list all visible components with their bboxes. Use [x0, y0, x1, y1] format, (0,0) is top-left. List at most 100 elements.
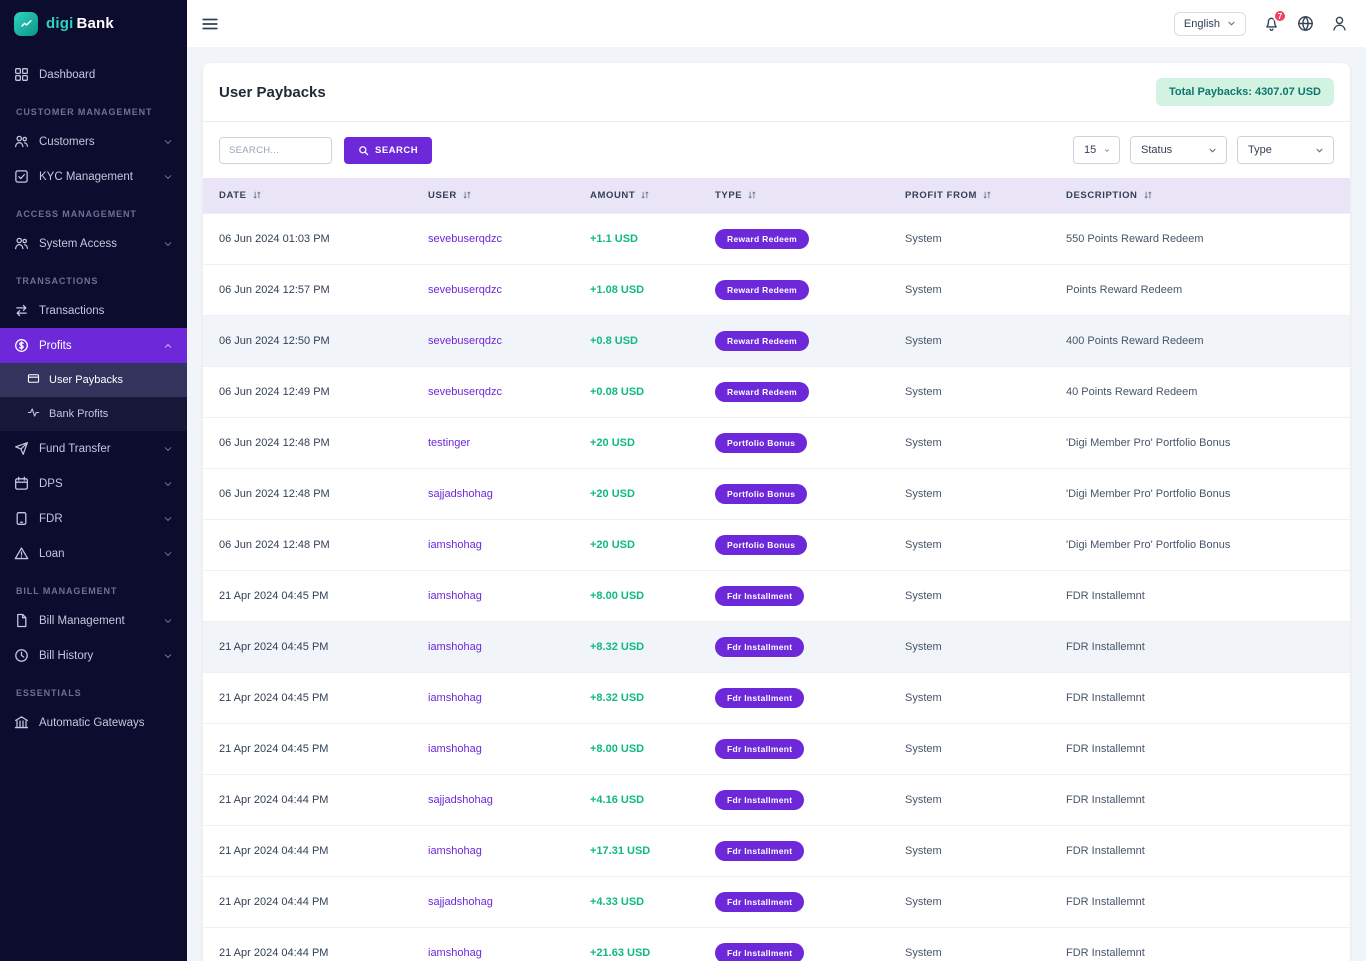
cell-amount: +0.8 USD — [574, 316, 699, 367]
user-link[interactable]: sevebuserqdzc — [428, 233, 502, 245]
user-link[interactable]: sajjadshohag — [428, 794, 493, 806]
user-link[interactable]: iamshohag — [428, 947, 482, 959]
sort-icon — [982, 190, 992, 200]
sidebar-item-profits[interactable]: Profits — [0, 328, 187, 363]
column-header-profit-from[interactable]: PROFIT FROM — [889, 178, 1050, 214]
user-link[interactable]: sevebuserqdzc — [428, 386, 502, 398]
brand[interactable]: digiBank — [0, 0, 187, 47]
user-link[interactable]: sajjadshohag — [428, 896, 493, 908]
bill-history-icon — [14, 648, 29, 663]
profile-button[interactable] — [1331, 15, 1348, 32]
sidebar-item-dashboard[interactable]: Dashboard — [0, 57, 187, 92]
column-header-description[interactable]: DESCRIPTION — [1050, 178, 1350, 214]
loan-icon — [14, 546, 29, 561]
search-button[interactable]: SEARCH — [344, 137, 432, 164]
column-header-type[interactable]: TYPE — [699, 178, 889, 214]
user-paybacks-card: User Paybacks Total Paybacks: 4307.07 US… — [203, 63, 1350, 961]
cell-description: 400 Points Reward Redeem — [1050, 316, 1350, 367]
column-header-date[interactable]: DATE — [203, 178, 412, 214]
column-header-label: PROFIT FROM — [905, 190, 977, 201]
cell-amount: +0.08 USD — [574, 367, 699, 418]
per-page-select[interactable]: 15 — [1073, 136, 1120, 164]
menu-toggle-button[interactable] — [201, 15, 219, 33]
sort-icon — [640, 190, 650, 200]
cell-amount: +4.33 USD — [574, 877, 699, 928]
cell-profit-from: System — [889, 826, 1050, 877]
cell-profit-from: System — [889, 724, 1050, 775]
cell-date: 06 Jun 2024 12:48 PM — [203, 469, 412, 520]
user-link[interactable]: iamshohag — [428, 641, 482, 653]
cell-date: 06 Jun 2024 12:57 PM — [203, 265, 412, 316]
cell-user: iamshohag — [412, 724, 574, 775]
notifications-button[interactable]: 7 — [1263, 15, 1280, 32]
chevron-down-icon — [163, 172, 173, 182]
sidebar-item-system-access[interactable]: System Access — [0, 226, 187, 261]
user-link[interactable]: testinger — [428, 437, 470, 449]
cell-user: iamshohag — [412, 622, 574, 673]
user-link[interactable]: iamshohag — [428, 692, 482, 704]
cell-amount: +8.32 USD — [574, 622, 699, 673]
sidebar-item-kyc-management[interactable]: KYC Management — [0, 159, 187, 194]
cell-amount: +20 USD — [574, 418, 699, 469]
cell-user: testinger — [412, 418, 574, 469]
cell-amount: +1.08 USD — [574, 265, 699, 316]
type-badge: Portfolio Bonus — [715, 484, 807, 504]
search-input[interactable] — [219, 137, 332, 164]
column-header-amount[interactable]: AMOUNT — [574, 178, 699, 214]
chevron-down-icon — [163, 444, 173, 454]
user-link[interactable]: iamshohag — [428, 539, 482, 551]
sidebar-section-label: TRANSACTIONS — [0, 261, 187, 293]
total-paybacks-badge: Total Paybacks: 4307.07 USD — [1156, 78, 1334, 106]
user-link[interactable]: iamshohag — [428, 743, 482, 755]
cell-amount: +1.1 USD — [574, 214, 699, 265]
brand-name-first: digi — [46, 15, 73, 32]
type-badge: Fdr Installment — [715, 688, 804, 708]
transactions-icon — [14, 303, 29, 318]
cell-amount: +4.16 USD — [574, 775, 699, 826]
language-select[interactable]: English — [1174, 12, 1246, 36]
sidebar-item-loan[interactable]: Loan — [0, 536, 187, 571]
sidebar-item-transactions[interactable]: Transactions — [0, 293, 187, 328]
column-header-user[interactable]: USER — [412, 178, 574, 214]
cell-profit-from: System — [889, 571, 1050, 622]
sidebar-item-customers[interactable]: Customers — [0, 124, 187, 159]
cell-date: 21 Apr 2024 04:45 PM — [203, 724, 412, 775]
user-link[interactable]: sevebuserqdzc — [428, 335, 502, 347]
table-row: 06 Jun 2024 12:48 PMiamshohag+20 USDPort… — [203, 520, 1350, 571]
website-button[interactable] — [1297, 15, 1314, 32]
table-row: 21 Apr 2024 04:44 PMiamshohag+21.63 USDF… — [203, 928, 1350, 961]
cell-profit-from: System — [889, 622, 1050, 673]
status-filter-select[interactable]: Status — [1130, 136, 1227, 164]
sidebar-subitem-bank-profits[interactable]: Bank Profits — [0, 397, 187, 431]
bank-profits-icon — [27, 406, 40, 422]
cell-description: 'Digi Member Pro' Portfolio Bonus — [1050, 520, 1350, 571]
sidebar-item-automatic-gateways[interactable]: Automatic Gateways — [0, 705, 187, 740]
cell-date: 21 Apr 2024 04:44 PM — [203, 775, 412, 826]
table-header-row: DATE USERAMOUNTTYPE PROFIT FROM DESCRIPTION — [203, 178, 1350, 214]
sidebar-item-fdr[interactable]: FDR — [0, 501, 187, 536]
sidebar-subitem-user-paybacks[interactable]: User Paybacks — [0, 363, 187, 397]
user-link[interactable]: sevebuserqdzc — [428, 284, 502, 296]
cell-profit-from: System — [889, 520, 1050, 571]
user-link[interactable]: iamshohag — [428, 590, 482, 602]
sidebar-item-dps[interactable]: DPS — [0, 466, 187, 501]
column-header-label: DATE — [219, 190, 247, 201]
sidebar-item-bill-management[interactable]: Bill Management — [0, 603, 187, 638]
cell-type: Portfolio Bonus — [699, 469, 889, 520]
sidebar-item-label: Fund Transfer — [39, 443, 111, 455]
sidebar-item-fund-transfer[interactable]: Fund Transfer — [0, 431, 187, 466]
user-link[interactable]: iamshohag — [428, 845, 482, 857]
sidebar-item-bill-history[interactable]: Bill History — [0, 638, 187, 673]
chevron-down-icon — [1208, 146, 1217, 155]
user-link[interactable]: sajjadshohag — [428, 488, 493, 500]
topbar-actions: English 7 — [1174, 12, 1348, 36]
type-badge: Fdr Installment — [715, 892, 804, 912]
table-row: 06 Jun 2024 12:49 PMsevebuserqdzc+0.08 U… — [203, 367, 1350, 418]
type-filter-select[interactable]: Type — [1237, 136, 1334, 164]
chevron-down-icon — [163, 549, 173, 559]
cell-type: Fdr Installment — [699, 826, 889, 877]
sidebar-submenu: User PaybacksBank Profits — [0, 363, 187, 431]
table-toolbar: SEARCH 15 Status Type — [203, 122, 1350, 178]
cell-description: FDR Installemnt — [1050, 775, 1350, 826]
cell-amount: +20 USD — [574, 469, 699, 520]
